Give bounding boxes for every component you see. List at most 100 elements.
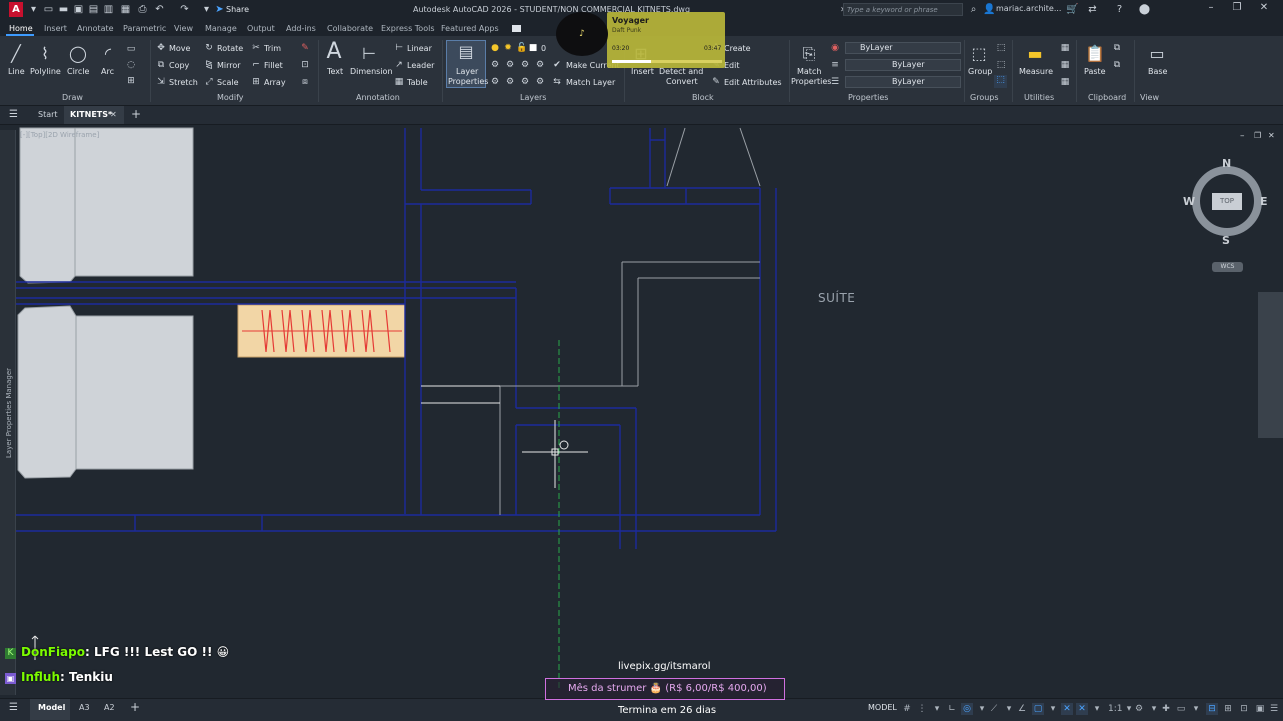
trim-button[interactable]: Trim xyxy=(264,44,281,53)
model-space-button[interactable]: MODEL xyxy=(868,703,897,712)
save-icon[interactable]: ▣ xyxy=(72,3,85,16)
layer-color-swatch[interactable]: ■ xyxy=(528,43,538,53)
annotation-scale-value[interactable]: 1:1 xyxy=(1108,703,1122,715)
move-icon[interactable]: ✥ xyxy=(156,43,166,53)
search-input[interactable]: Type a keyword or phrase xyxy=(843,3,963,16)
paste-button[interactable]: Paste xyxy=(1084,67,1106,76)
layer-tool-icon[interactable]: ⚙ xyxy=(535,77,545,87)
detect-convert-label-1[interactable]: Detect and xyxy=(659,67,703,76)
explode-icon[interactable]: ⊡ xyxy=(300,60,310,70)
group-edit-icon[interactable]: ⬚ xyxy=(996,60,1006,70)
app-menu-chevron-icon[interactable]: ▾ xyxy=(27,3,40,16)
leader-icon[interactable]: ↗ xyxy=(394,60,404,70)
measure-button[interactable]: Measure xyxy=(1019,67,1053,76)
table-button[interactable]: Table xyxy=(407,78,428,87)
fillet-icon[interactable]: ⌐ xyxy=(251,60,261,70)
auto-scale-icon[interactable]: ✕ xyxy=(1076,703,1088,715)
rotate-button[interactable]: Rotate xyxy=(217,44,243,53)
compass-north[interactable]: N xyxy=(1222,157,1231,170)
layout-tab-model[interactable]: Model xyxy=(38,703,65,712)
annotation-monitor-icon[interactable]: ✚ xyxy=(1160,703,1172,715)
dimension-icon[interactable]: ⊢ xyxy=(358,44,380,64)
trim-icon[interactable]: ✂ xyxy=(251,43,261,53)
user-name[interactable]: mariac.archite... xyxy=(996,4,1061,13)
arc-icon[interactable]: ◜ xyxy=(97,44,119,64)
undo-icon[interactable]: ↶ xyxy=(153,3,166,16)
layout-menu-icon[interactable]: ☰ xyxy=(9,702,18,713)
lightbulb-icon[interactable]: ● xyxy=(490,43,500,53)
customization-icon[interactable]: ☰ xyxy=(1268,703,1280,715)
plot-icon[interactable]: ⎙ xyxy=(136,3,149,16)
tab-add-ins[interactable]: Add-ins xyxy=(286,24,316,33)
layout-tab-a3[interactable]: A3 xyxy=(79,703,90,712)
groups-panel-label[interactable]: Groups xyxy=(970,93,999,102)
text-icon[interactable]: A xyxy=(323,41,345,63)
scale-icon[interactable]: ⤢ xyxy=(204,77,214,87)
object-snap-icon[interactable]: ▢ xyxy=(1032,703,1044,715)
object-snap-tracking-icon[interactable]: ∠ xyxy=(1016,703,1028,715)
open-folder-icon[interactable]: ▬ xyxy=(57,3,70,16)
collab-icon[interactable]: ⬤ xyxy=(1138,3,1151,16)
match-layer-icon[interactable]: ⇆ xyxy=(552,77,562,87)
tab-featured-apps[interactable]: Featured Apps xyxy=(441,24,499,33)
cut-icon[interactable]: ⧉ xyxy=(1112,43,1122,53)
polar-dropdown-icon[interactable]: ▾ xyxy=(976,703,988,715)
rotate-icon[interactable]: ↻ xyxy=(204,43,214,53)
linetype-dropdown[interactable]: ByLayer xyxy=(845,59,961,71)
quick-properties-icon[interactable]: ⊟ xyxy=(1206,703,1218,715)
drawing-viewport[interactable] xyxy=(0,125,1283,698)
stretch-icon[interactable]: ⇲ xyxy=(156,77,166,87)
detect-convert-label-2[interactable]: Convert xyxy=(666,77,698,86)
color-wheel-icon[interactable]: ◉ xyxy=(830,43,840,53)
save-as-icon[interactable]: ▤ xyxy=(87,3,100,16)
new-layout-icon[interactable]: + xyxy=(130,700,140,714)
text-button[interactable]: Text xyxy=(327,67,343,76)
help-icon[interactable]: ? xyxy=(1113,3,1126,16)
match-properties-label-2[interactable]: Properties xyxy=(791,77,831,86)
tab-annotate[interactable]: Annotate xyxy=(77,24,114,33)
base-button[interactable]: Base xyxy=(1148,67,1167,76)
iso-dropdown-icon[interactable]: ▾ xyxy=(1003,703,1015,715)
stretch-button[interactable]: Stretch xyxy=(169,78,198,87)
navigation-bar[interactable] xyxy=(1258,292,1283,438)
mirror-icon[interactable]: ⧎ xyxy=(204,60,214,70)
paste-icon[interactable]: 📋 xyxy=(1084,44,1106,64)
utility-icon[interactable]: ▦ xyxy=(1060,43,1070,53)
dimension-button[interactable]: Dimension xyxy=(350,67,393,76)
user-icon[interactable]: 👤 xyxy=(983,3,996,16)
annotation-scale-icon[interactable]: ▾ xyxy=(1091,703,1103,715)
hatch-icon[interactable]: ◌ xyxy=(126,60,136,70)
color-dropdown[interactable]: ByLayer xyxy=(845,42,961,54)
save-web-icon[interactable]: ▦ xyxy=(119,3,132,16)
copy-clip-icon[interactable]: ⧉ xyxy=(1112,60,1122,70)
tab-output[interactable]: Output xyxy=(247,24,275,33)
lock-icon[interactable]: 🔓 xyxy=(516,43,527,53)
base-view-icon[interactable]: ▭ xyxy=(1146,44,1168,64)
utilities-panel-label[interactable]: Utilities xyxy=(1024,93,1054,102)
search-icon[interactable]: ⌕ xyxy=(967,3,980,16)
restore-button[interactable]: ❐ xyxy=(1226,2,1248,16)
utility-icon[interactable]: ▦ xyxy=(1060,77,1070,87)
layer-tool-icon[interactable]: ⚙ xyxy=(490,60,500,70)
share-icon[interactable]: ➤ xyxy=(213,3,226,16)
layer-tool-icon[interactable]: ⚙ xyxy=(505,77,515,87)
new-tab-icon[interactable]: + xyxy=(131,107,141,121)
autocad-logo-icon[interactable]: A xyxy=(9,2,23,17)
tab-collaborate[interactable]: Collaborate xyxy=(327,24,373,33)
tab-manage[interactable]: Manage xyxy=(205,24,237,33)
linear-icon[interactable]: ⊢ xyxy=(394,43,404,53)
qat-dropdown-icon[interactable]: ▾ xyxy=(200,3,213,16)
close-tab-icon[interactable]: ✕ xyxy=(110,110,117,119)
layer-tool-icon[interactable]: ⚙ xyxy=(520,60,530,70)
web-icon[interactable]: ▥ xyxy=(102,3,115,16)
copy-icon[interactable]: ⧉ xyxy=(156,60,166,70)
array-button[interactable]: Array xyxy=(264,78,286,87)
linetype-icon[interactable]: ≡ xyxy=(830,60,840,70)
polar-tracking-icon[interactable]: ◎ xyxy=(961,703,973,715)
group-button[interactable]: Group xyxy=(968,67,992,76)
polyline-icon[interactable]: ⌇ xyxy=(34,44,56,64)
circle-icon[interactable]: ◯ xyxy=(67,44,89,64)
edit-attributes-icon[interactable]: ✎ xyxy=(711,77,721,87)
annotation-visibility-icon[interactable]: ✕ xyxy=(1061,703,1073,715)
layer-tool-icon[interactable]: ⚙ xyxy=(520,77,530,87)
